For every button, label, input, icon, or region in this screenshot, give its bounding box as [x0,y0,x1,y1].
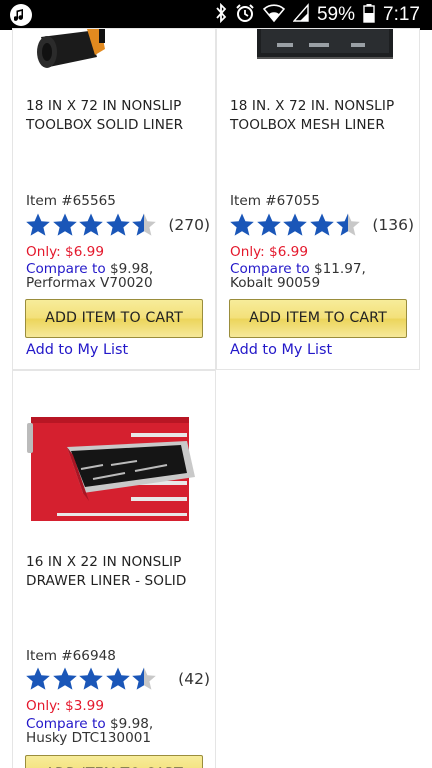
review-count[interactable]: (136) [372,216,414,234]
item-number: Item #65565 [26,193,116,209]
compare-amount: $11.97, [313,261,366,277]
add-to-cart-button[interactable]: ADD ITEM TO CART [25,299,203,338]
star-full-icon [309,212,335,238]
status-bar: 59% 7:17 [0,0,432,30]
product-card[interactable]: 18 IN X 72 IN NONSLIP TOOLBOX SOLID LINE… [12,28,216,370]
star-full-icon [282,212,308,238]
battery-percent: 59% [316,4,356,25]
item-number: Item #67055 [230,193,320,209]
star-full-icon [78,212,104,238]
review-count[interactable]: (270) [168,216,210,234]
star-rating: (270) [25,212,210,240]
compare-price: Compare to $9.98, Husky DTC130001 [26,717,211,745]
star-rating: (42) [25,666,210,694]
compare-price: Compare to $9.98, Performax V70020 [26,262,211,290]
star-half-icon [131,212,157,238]
star-half-icon [335,212,361,238]
star-half-icon [131,666,157,692]
add-to-list-link[interactable]: Add to My List [26,342,128,358]
alarm-clock-icon [235,3,255,28]
stars [25,666,158,692]
compare-price: Compare to $11.97, Kobalt 90059 [230,262,415,290]
star-full-icon [78,666,104,692]
review-count[interactable]: (42) [178,670,210,688]
add-to-cart-button[interactable]: ADD ITEM TO CART [25,755,203,768]
price: Only: $3.99 [26,698,104,714]
compare-product: Kobalt 90059 [230,275,321,291]
add-to-list-link[interactable]: Add to My List [230,342,332,358]
star-full-icon [52,212,78,238]
price: Only: $6.99 [26,244,104,260]
signal-icon [292,2,309,28]
stars [25,212,158,238]
wifi-icon [262,3,286,28]
compare-product: Performax V70020 [26,275,153,291]
star-full-icon [25,666,51,692]
star-full-icon [25,212,51,238]
price: Only: $6.99 [230,244,308,260]
compare-product: Husky DTC130001 [26,730,152,746]
item-number: Item #66948 [26,648,116,664]
battery-icon [363,3,375,28]
product-title[interactable]: 18 IN X 72 IN NONSLIP TOOLBOX SOLID LINE… [26,97,206,135]
star-rating: (136) [229,212,414,240]
add-to-cart-button[interactable]: ADD ITEM TO CART [229,299,407,338]
product-card[interactable]: 16 IN X 22 IN NONSLIP DRAWER LINER - SOL… [12,370,216,768]
product-image[interactable] [231,29,405,61]
product-title[interactable]: 16 IN X 22 IN NONSLIP DRAWER LINER - SOL… [26,553,206,591]
product-image[interactable] [27,29,201,75]
star-full-icon [105,212,131,238]
stars [229,212,362,238]
clock: 7:17 [383,4,420,25]
star-full-icon [229,212,255,238]
product-card[interactable]: 18 IN. X 72 IN. NONSLIP TOOLBOX MESH LIN… [216,28,420,370]
star-full-icon [105,666,131,692]
star-full-icon [256,212,282,238]
music-note-icon [10,4,32,26]
star-full-icon [52,666,78,692]
bluetooth-icon [215,2,227,28]
product-image[interactable] [27,385,201,535]
product-title[interactable]: 18 IN. X 72 IN. NONSLIP TOOLBOX MESH LIN… [230,97,410,135]
